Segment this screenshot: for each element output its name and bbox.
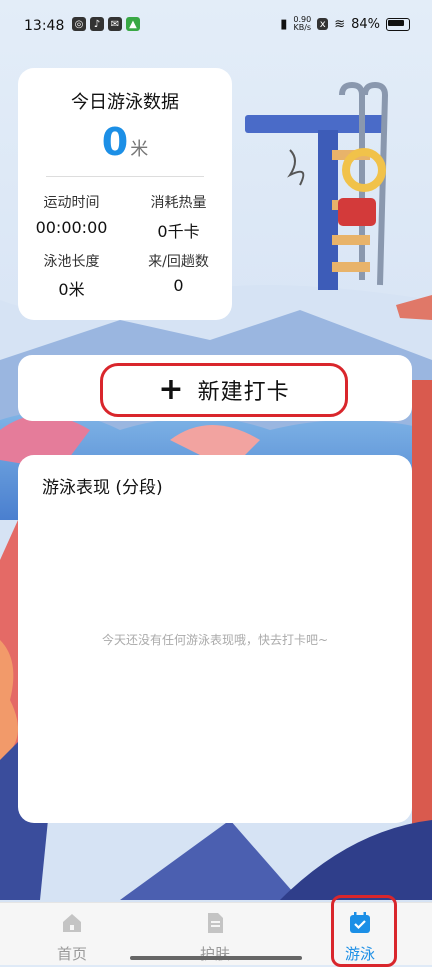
tab-home-label: 首页 [56,945,87,963]
new-checkin-label: 新建打卡 [197,380,290,405]
stat-label-time: 运动时间 [43,195,100,211]
checkin-card: + 新建打卡 [18,355,412,421]
app-notification-icon: ◎ [72,17,86,31]
vibrate-icon: ▮ [280,16,288,32]
divider [46,176,204,177]
notification-icons: ◎ ♪ ✉ ▲ [72,17,140,31]
home-icon [63,914,81,932]
status-time: 13:48 [24,18,65,34]
plus-icon: + [158,372,184,407]
stat-value-laps: 0 [173,276,184,295]
app-notification-icon: ▲ [126,17,140,31]
stat-value-calories: 0千卡 [157,222,200,241]
battery-icon [386,17,410,31]
stat-value-time: 00:00:00 [35,218,108,237]
wifi-icon: ≋ [334,16,346,32]
today-stats-card: 今日游泳数据 0米 运动时间 00:00:00 消耗热量 0千卡 泳池长度 0米… [18,68,232,320]
distance: 0米 [18,120,232,164]
stat-value-pool-length: 0米 [58,280,85,299]
stat-label-laps: 来/回趟数 [148,254,209,270]
distance-unit: 米 [130,139,149,160]
tiktok-icon: ♪ [90,17,104,31]
message-icon: ✉ [108,17,122,31]
new-checkin-button[interactable]: + 新建打卡 [100,363,348,417]
tab-skincare-label: 护肤 [199,945,230,963]
home-indicator[interactable] [130,956,302,960]
sim-icon: x [317,18,329,30]
stat-label-pool-length: 泳池长度 [43,254,100,270]
distance-value: 0 [101,120,129,164]
swim-performance-card: 游泳表现 (分段) 今天还没有任何游泳表现哦，快去打卡吧~ [18,455,412,823]
network-speed: 0.90 KB/s [293,15,312,32]
document-icon [208,913,223,933]
battery-level: 84% [351,16,380,32]
stat-label-calories: 消耗热量 [150,195,207,211]
status-right: ▮ 0.90 KB/s x ≋ 84% [280,16,410,32]
tab-home[interactable]: 首页 [22,903,122,965]
status-bar: 13:48 ◎ ♪ ✉ ▲ ▮ 0.90 KB/s x ≋ 84% [0,0,432,52]
empty-state-message: 今天还没有任何游泳表现哦，快去打卡吧~ [101,633,329,647]
performance-title: 游泳表现 (分段) [42,478,163,498]
stats-title: 今日游泳数据 [71,92,179,113]
tab-highlight-box [331,895,397,967]
